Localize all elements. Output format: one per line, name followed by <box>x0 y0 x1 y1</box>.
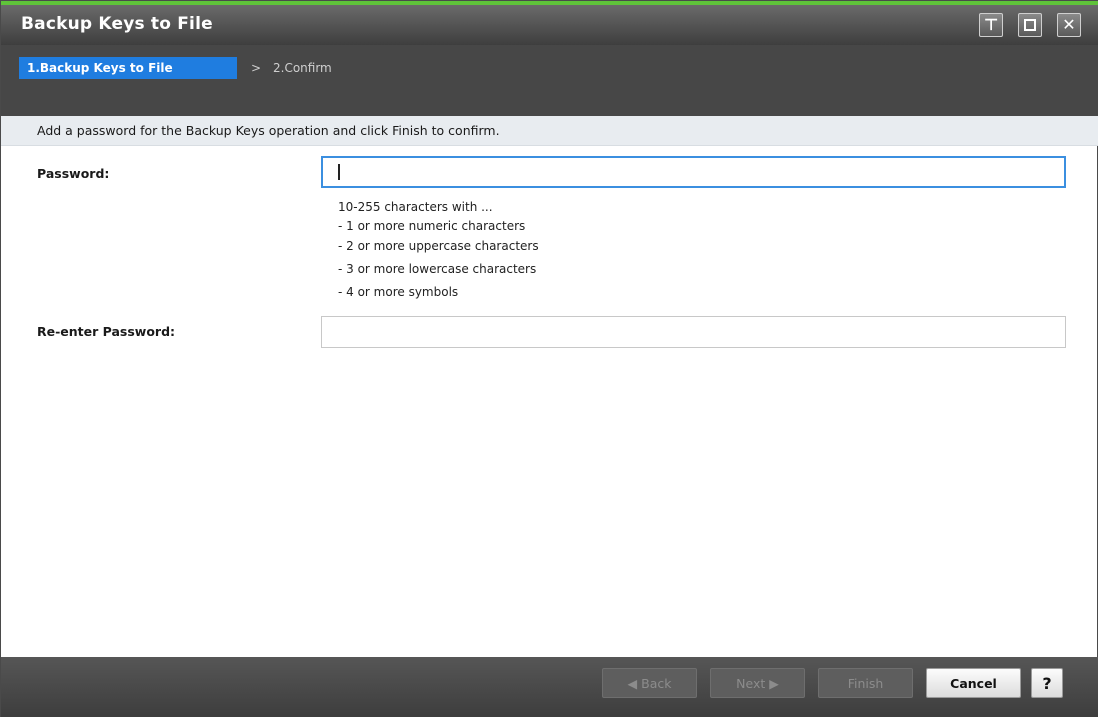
step-separator: > <box>251 61 262 75</box>
dialog-footer: ◀ Back Next ▶ Finish Cancel ? <box>1 657 1098 717</box>
password-hint-line: - 3 or more lowercase characters <box>338 262 537 276</box>
pin-button[interactable]: ⊤ <box>979 13 1003 37</box>
password-field[interactable] <box>321 156 1066 188</box>
reenter-password-label: Re-enter Password: <box>37 324 176 339</box>
reenter-password-input[interactable] <box>322 317 1065 347</box>
back-button[interactable]: ◀ Back <box>602 668 697 698</box>
password-hint-line: - 2 or more uppercase characters <box>338 239 539 253</box>
backup-keys-dialog: Backup Keys to File ⊤ ✕ 1.Backup Keys to… <box>0 0 1098 717</box>
password-hint-line: - 1 or more numeric characters <box>338 219 526 233</box>
reenter-password-field[interactable] <box>321 316 1066 348</box>
pin-icon: ⊤ <box>983 15 999 34</box>
maximize-icon <box>1024 19 1036 31</box>
title-bar: Backup Keys to File ⊤ ✕ <box>1 5 1098 45</box>
next-button[interactable]: Next ▶ <box>710 668 805 698</box>
step-confirm: 2.Confirm <box>273 61 332 75</box>
maximize-button[interactable] <box>1018 13 1042 37</box>
password-hint-line: - 4 or more symbols <box>338 285 459 299</box>
step-backup-keys: 1.Backup Keys to File <box>19 57 237 79</box>
instruction-bar: Add a password for the Backup Keys opera… <box>1 116 1098 146</box>
password-input[interactable] <box>323 158 1064 186</box>
close-icon: ✕ <box>1062 15 1076 34</box>
text-caret <box>338 164 340 180</box>
wizard-steps: 1.Backup Keys to File > 2.Confirm <box>1 45 1098 116</box>
help-button[interactable]: ? <box>1031 668 1063 698</box>
dialog-title: Backup Keys to File <box>21 14 213 34</box>
instruction-text: Add a password for the Backup Keys opera… <box>37 123 500 138</box>
cancel-button[interactable]: Cancel <box>926 668 1021 698</box>
close-button[interactable]: ✕ <box>1057 13 1081 37</box>
password-hint-line: 10-255 characters with ... <box>338 200 493 214</box>
finish-button[interactable]: Finish <box>818 668 913 698</box>
password-label: Password: <box>37 166 110 181</box>
